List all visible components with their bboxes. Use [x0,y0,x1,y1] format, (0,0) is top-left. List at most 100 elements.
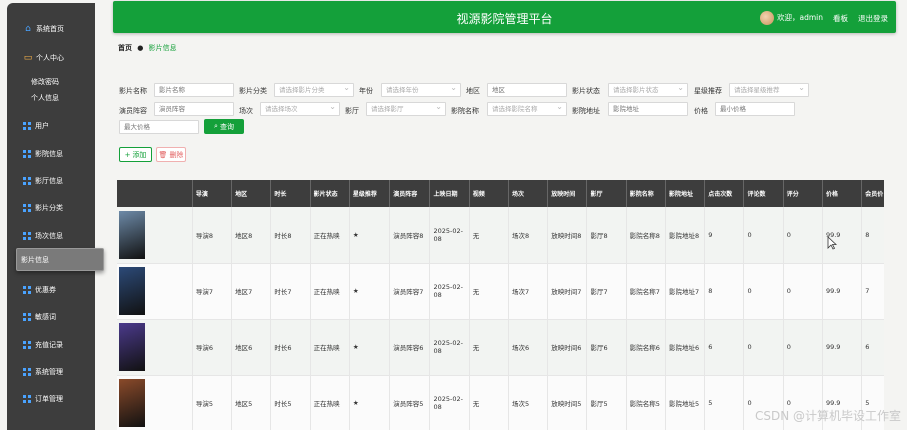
filter-region-label: 地区 [466,87,480,95]
breadcrumb-separator: ● [137,44,144,52]
sidebar-subitem-change-password[interactable]: 修改密码 [31,77,59,87]
search-button[interactable]: ⌕ 查询 [204,119,244,134]
movie-table: 导演 地区 时长 影片状态 星级推荐 演员阵容 上映日期 视频 场次 放映时间 … [117,180,884,430]
column-header[interactable]: 星级推荐 [349,180,391,207]
sidebar-item-personal[interactable]: ▭ 个人中心 [7,44,95,71]
cell-session: 场次7 [508,263,549,320]
cell-duration: 时长6 [270,319,311,376]
filter-max-price-input[interactable] [119,120,199,134]
column-header[interactable]: 点击次数 [704,180,745,207]
poster-cell [117,263,193,320]
cell-clicks: 8 [704,263,745,320]
filter-price-label: 价格 [694,107,708,115]
filter-category-select[interactable]: 请选择影片分类 [274,82,354,97]
filter-year-select[interactable]: 请选择年份 [381,82,461,97]
cell-cast: 演员阵容6 [389,319,431,376]
filter-hall-select[interactable]: 请选择影厅 [366,101,446,116]
table-header-row: 导演 地区 时长 影片状态 星级推荐 演员阵容 上映日期 视频 场次 放映时间 … [117,180,884,207]
sidebar-item-users[interactable]: 用户 [7,112,95,139]
delete-button[interactable]: 🗑 删除 [156,147,186,162]
sidebar-item-halls[interactable]: 影厅信息 [7,167,95,194]
column-header[interactable]: 影院名称 [626,180,666,207]
column-header[interactable]: 放映时间 [547,180,588,207]
filter-address-input[interactable] [608,102,688,116]
filter-year-label: 年份 [359,87,373,95]
cell-showtime: 放映时间6 [547,319,588,376]
column-header[interactable]: 影片状态 [310,180,350,207]
sidebar-item-system[interactable]: 系统管理 [7,358,95,385]
add-button[interactable]: + 添加 [119,147,152,162]
cell-date: 2025-02-08 [429,263,470,320]
column-header[interactable]: 视频 [469,180,509,207]
column-header[interactable]: 上映日期 [429,180,470,207]
sidebar-item-label: 充值记录 [35,340,63,349]
column-header[interactable]: 时长 [270,180,311,207]
cell-session: 场次5 [508,375,549,430]
sidebar-item-coupons[interactable]: 优惠券 [7,276,95,303]
column-header[interactable]: 导演 [192,180,233,207]
cell-director: 导演6 [192,319,233,376]
filter-cast-input[interactable] [154,102,234,116]
movie-poster-image[interactable] [119,210,145,259]
sidebar-item-orders[interactable]: 订单管理 [7,385,95,412]
movie-poster-image[interactable] [119,379,145,427]
cell-star: ★ [349,263,391,320]
cell-price: 99.9 [822,319,863,376]
delete-button-label: 删除 [169,150,184,159]
sidebar-item-home[interactable]: ⌂ 系统首页 [7,15,95,42]
sidebar-item-label: 影片信息 [21,255,49,264]
breadcrumb: 首页 ● 影片信息 [118,43,177,53]
logout-link[interactable]: 退出登录 [858,13,888,24]
avatar [760,11,774,25]
column-header [117,180,193,207]
column-header[interactable]: 影院地址 [665,180,706,207]
sidebar-item-label: 系统管理 [35,367,63,376]
filter-status-select[interactable]: 请选择影片状态 [608,82,688,97]
sidebar-item-sensitive-words[interactable]: 敏感词 [7,303,95,330]
grid-icon [23,176,31,185]
movie-poster-image[interactable] [119,267,145,315]
filter-region-input[interactable] [487,83,567,97]
filter-cinema-label: 影院名称 [451,107,479,115]
sidebar-item-sessions[interactable]: 场次信息 [7,222,95,249]
sidebar-item-categories[interactable]: 影片分类 [7,194,95,221]
column-header[interactable]: 影厅 [586,180,627,207]
dashboard-link[interactable]: 看板 [833,13,848,24]
filter-address-label: 影院地址 [572,107,600,115]
filter-min-price-input[interactable] [715,102,795,116]
table-row[interactable]: 导演7 地区7 时长7 正在热映 ★ 演员阵容7 2025-02-08 无场次7 放映时间7 影厅… [117,263,884,320]
cell-video: 无 [469,319,509,376]
filter-star-select[interactable]: 请选择星级推荐 [729,82,809,97]
movie-poster-image[interactable] [119,323,145,371]
movie-table-grid: 导演 地区 时长 影片状态 星级推荐 演员阵容 上映日期 视频 场次 放映时间 … [117,180,884,430]
column-header[interactable]: 演员阵容 [389,180,431,207]
grid-icon [23,312,31,321]
filter-name-input[interactable] [154,83,234,97]
column-header[interactable]: 评分 [783,180,823,207]
column-header[interactable]: 地区 [231,180,272,207]
column-header[interactable]: 评论数 [743,180,784,207]
filter-cinema-select[interactable]: 请选择影院名称 [487,101,567,116]
column-header[interactable]: 价格 [822,180,863,207]
sidebar-subitem-profile[interactable]: 个人信息 [31,93,59,103]
cell-cinema: 影院名称5 [626,375,666,430]
search-button-label: 查询 [219,122,234,131]
filter-session-select[interactable]: 请选择场次 [260,101,340,116]
sidebar-item-movies[interactable]: 影片信息 [16,248,104,271]
column-header[interactable]: 场次 [508,180,549,207]
cell-clicks: 5 [704,375,745,430]
filter-session-label: 场次 [239,107,253,115]
column-header[interactable]: 会员价 [861,180,884,207]
sidebar-item-label: 影院信息 [35,149,63,158]
sidebar-item-recharge[interactable]: 充值记录 [7,331,95,358]
table-row[interactable]: 导演8 地区8 时长8 正在热映 ★ 演员阵容8 2025-02-08 无场次8 放映时间8 影厅… [117,207,884,264]
table-row[interactable]: 导演6 地区6 时长6 正在热映 ★ 演员阵容6 2025-02-08 无场次6 放映时间6 影厅… [117,319,884,376]
trash-icon: 🗑 [158,150,168,159]
cell-score: 0 [783,319,823,376]
breadcrumb-home[interactable]: 首页 [118,44,132,52]
sidebar-item-cinemas[interactable]: 影院信息 [7,140,95,167]
cell-status: 正在热映 [310,263,350,320]
sidebar-item-label: 影厅信息 [35,176,63,185]
cell-showtime: 放映时间5 [547,375,588,430]
cell-director: 导演7 [192,263,233,320]
